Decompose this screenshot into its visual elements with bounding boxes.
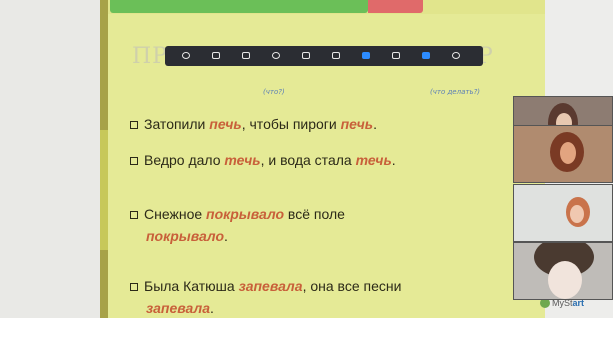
toolbar-record-button[interactable] [441,46,471,66]
hint-what: (что?) [263,88,285,96]
bullet-icon [130,121,138,130]
toolbar-chat-button[interactable] [411,46,441,66]
chat-icon [422,52,430,59]
video-icon [212,52,220,59]
screen-share-window: ПР Р (что?) (что делать?) Затопили печь,… [0,0,613,340]
sentence-4-text: Была Катюша [144,278,239,294]
slide-accent-bar [100,0,108,130]
screen-share-status-bar[interactable] [110,0,423,13]
sentence-3-highlight-2: покрывало [146,228,225,244]
sentence-4-highlight-2: запевала [146,300,210,316]
sentence-1: Затопили печь, чтобы пироги печь. [130,116,377,132]
mute-icon [182,52,190,59]
sentence-4-middle: , она все песни [302,278,402,294]
hint-what-to-do: (что делать?) [430,88,481,96]
sentence-4-highlight-1: запевала [238,278,303,294]
toolbar-security-button[interactable] [231,46,261,66]
sentence-2-text: Ведро дало [144,152,225,168]
stop-share-button[interactable] [368,0,423,13]
pause-icon [332,52,340,59]
sentence-3-continuation: покрывало. [146,228,228,244]
sentence-3-end: . [224,228,228,244]
toolbar-mute-button[interactable] [171,46,201,66]
bottom-margin [0,318,613,340]
sentence-3-highlight-1: покрывало [206,206,285,222]
participant-face [570,205,584,223]
security-icon [242,52,250,59]
toolbar-control-button[interactable] [381,46,411,66]
bullet-icon [130,157,138,166]
participant-face [560,142,576,164]
slide-accent-bar-bottom [100,250,108,318]
control-icon [392,52,400,59]
share-icon [302,52,310,59]
sentence-1-highlight-1: печь [209,116,242,132]
record-icon [452,52,460,59]
sentence-2-end: . [391,152,396,168]
sentence-2-highlight-2: течь [355,152,392,168]
sentence-2-middle: , и вода стала [260,152,356,168]
toolbar-pause-button[interactable] [321,46,351,66]
toolbar-annotate-button[interactable] [351,46,381,66]
sentence-3: Снежное покрывало всё поле [130,206,345,222]
sentence-4-continuation: запевала. [146,300,214,316]
sentence-4-end: . [210,300,214,316]
slide-title-start: ПР [132,44,168,69]
toolbar-video-button[interactable] [201,46,231,66]
sentence-1-highlight-2: печь [340,116,374,132]
left-margin [0,0,100,340]
toolbar-share-button[interactable] [291,46,321,66]
participant-tile-4[interactable] [513,242,613,300]
participant-face [548,261,582,299]
toolbar-participants-button[interactable] [261,46,291,66]
bullet-icon [130,211,138,220]
sentence-2-highlight-1: течь [224,152,261,168]
annotate-icon [362,52,370,59]
participant-tile-2[interactable] [513,125,613,183]
sentence-3-middle: всё поле [284,206,345,222]
participants-icon [272,52,280,59]
sentence-1-end: . [373,116,377,132]
participant-video-strip [513,96,613,300]
sentence-1-text: Затопили [144,116,210,132]
sentence-2: Ведро дало течь, и вода стала течь. [130,152,396,168]
sentence-1-middle: , чтобы пироги [241,116,341,132]
participant-tile-3[interactable] [513,184,613,242]
bullet-icon [130,283,138,292]
meeting-toolbar [165,46,483,66]
sentence-4: Была Катюша запевала, она все песни [130,278,401,294]
sentence-3-text: Снежное [144,206,207,222]
